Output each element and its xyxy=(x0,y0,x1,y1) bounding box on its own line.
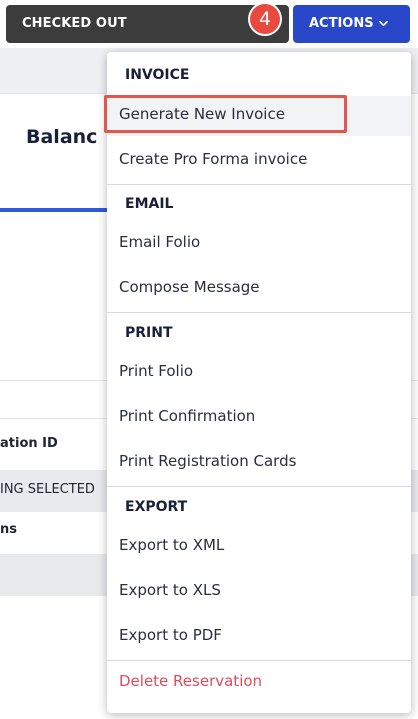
delete-reservation-item[interactable]: Delete Reservation xyxy=(119,672,262,690)
actions-button-label: ACTIONS xyxy=(309,16,374,31)
create-pro-forma-invoice-item[interactable]: Create Pro Forma invoice xyxy=(119,150,307,168)
actions-dropdown-button[interactable]: ACTIONS xyxy=(293,5,410,43)
menu-separator xyxy=(107,660,411,661)
export-section-title: EXPORT xyxy=(125,499,188,515)
actions-dropdown-menu: INVOICE Generate New Invoice Create Pro … xyxy=(107,52,411,713)
menu-separator xyxy=(107,312,411,313)
print-registration-cards-item[interactable]: Print Registration Cards xyxy=(119,452,296,470)
highlight-annotation-box xyxy=(104,95,347,133)
print-section-title: PRINT xyxy=(125,325,173,341)
reservation-id-label: ation ID xyxy=(0,436,58,451)
compose-message-item[interactable]: Compose Message xyxy=(119,278,260,296)
export-to-pdf-item[interactable]: Export to PDF xyxy=(119,626,222,644)
balance-heading: Balanc xyxy=(26,126,98,148)
menu-separator xyxy=(107,184,411,185)
menu-separator xyxy=(107,486,411,487)
email-folio-item[interactable]: Email Folio xyxy=(119,233,200,251)
print-folio-item[interactable]: Print Folio xyxy=(119,362,193,380)
nothing-selected-text: ING SELECTED xyxy=(0,482,95,497)
section-label: ns xyxy=(0,522,17,537)
print-confirmation-item[interactable]: Print Confirmation xyxy=(119,407,255,425)
export-to-xml-item[interactable]: Export to XML xyxy=(119,536,224,554)
export-to-xls-item[interactable]: Export to XLS xyxy=(119,581,221,599)
invoice-section-title: INVOICE xyxy=(125,67,190,83)
chevron-down-icon xyxy=(379,20,388,27)
email-section-title: EMAIL xyxy=(125,196,174,212)
checked-out-status-button[interactable]: CHECKED OUT xyxy=(6,5,289,43)
top-toolbar: CHECKED OUT 4 ACTIONS xyxy=(0,0,418,48)
step-number-badge: 4 xyxy=(250,4,280,34)
